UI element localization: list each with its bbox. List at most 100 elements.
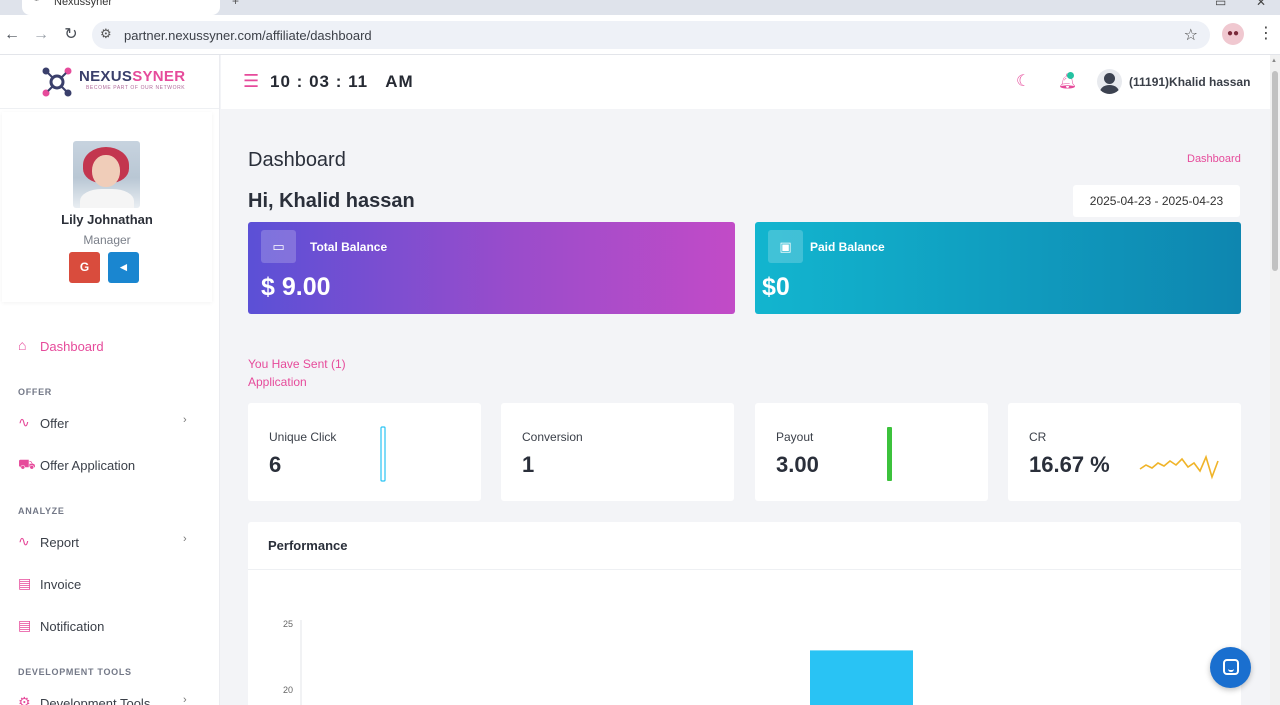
forward-icon[interactable]: → [31, 25, 51, 45]
stat-card-cr: CR 16.67 % [1008, 403, 1241, 501]
performance-chart: 2025 [283, 619, 913, 705]
stat-label: CR [1029, 430, 1047, 444]
profile-card: Lily Johnathan Manager G ◄ [2, 112, 212, 302]
browser-tab[interactable]: ✺ Nexussyner [22, 0, 220, 15]
gear-icon: ⚙ [18, 694, 31, 705]
notification-icon: ▤ [18, 617, 32, 633]
paid-balance-label: Paid Balance [810, 240, 885, 254]
stat-value: 3.00 [776, 452, 819, 477]
stat-value: 16.67 % [1029, 452, 1110, 477]
payout-sparkline [887, 427, 892, 481]
browser-tabstrip: ✺ Nexussyner + ▭ ✕ [0, 0, 1280, 15]
profile-avatar [73, 141, 140, 208]
brand-name: NEXUSSYNER [79, 68, 186, 85]
sidebar-item-label: Offer Application [40, 458, 136, 473]
chevron-right-icon: › [183, 414, 187, 426]
section-development-tools: DEVELOPMENT TOOLS [18, 667, 132, 677]
clock: 10 : 03 : 11 AM [270, 72, 414, 91]
browser-toolbar: ← → ↻ ⚙ partner.nexussyner.com/affiliate… [0, 15, 1280, 55]
total-balance-value: $ 9.00 [261, 273, 331, 301]
menu-toggle-icon[interactable]: ☰ [243, 72, 259, 90]
unique-click-sparkline [380, 426, 386, 482]
chevron-right-icon: › [183, 694, 187, 705]
scrollbar-thumb[interactable] [1272, 71, 1278, 271]
brand-tagline: BECOME PART OF OUR NETWORK [86, 85, 186, 91]
performance-bar[interactable] [810, 650, 913, 705]
total-balance-label: Total Balance [310, 240, 388, 254]
stat-card-unique-click: Unique Click 6 [248, 403, 481, 501]
cr-sparkline [1139, 454, 1219, 480]
sidebar-item-invoice[interactable]: ▤ Invoice [0, 569, 220, 599]
date-range-picker[interactable]: 2025-04-23 - 2025-04-23 [1073, 185, 1240, 217]
performance-card: Performance 20 25 [248, 522, 1241, 705]
stat-label: Conversion [522, 430, 583, 444]
breadcrumb[interactable]: Dashboard [1187, 153, 1241, 165]
sidebar-item-label: Report [40, 535, 80, 550]
address-bar[interactable]: ⚙ partner.nexussyner.com/affiliate/dashb… [92, 21, 1210, 49]
sidebar-item-notification[interactable]: ▤ Notification [0, 611, 220, 641]
chat-support-button[interactable] [1210, 647, 1251, 688]
stat-card-conversion: Conversion 1 [501, 403, 734, 501]
sidebar-item-offer[interactable]: ∿ Offer › [0, 408, 220, 438]
browser-profile-icon[interactable]: ●● [1222, 23, 1244, 45]
tab-title: Nexussyner [54, 0, 113, 8]
nexussyner-logo-icon [42, 67, 72, 97]
user-avatar[interactable] [1097, 69, 1122, 94]
greeting: Hi, Khalid hassan [248, 190, 415, 212]
chevron-right-icon: › [183, 533, 187, 545]
profile-role: Manager [83, 233, 131, 247]
page-title: Dashboard [248, 149, 346, 171]
site-info-icon[interactable]: ⚙ [100, 26, 112, 42]
cash-icon: ▣ [768, 230, 803, 263]
chat-icon [1223, 659, 1239, 675]
reload-icon[interactable]: ↻ [61, 25, 81, 45]
close-window-icon[interactable]: ✕ [1256, 0, 1266, 9]
top-header: ☰ 10 : 03 : 11 AM ☾ 🔔︎ (11191)Khalid has… [221, 55, 1270, 109]
restore-window-icon[interactable]: ▭ [1215, 0, 1226, 9]
paid-balance-value: $0 [762, 273, 790, 301]
sidebar-item-label: Offer [40, 416, 69, 431]
sidebar-item-label: Development Tools [40, 696, 151, 705]
sidebar-item-label: Invoice [40, 577, 82, 592]
section-offer: OFFER [18, 387, 52, 397]
user-name[interactable]: (11191)Khalid hassan [1129, 75, 1250, 89]
sidebar-item-dashboard[interactable]: ⌂ Dashboard [0, 331, 220, 361]
site-favicon-icon: ✺ [32, 0, 41, 4]
wallet-icon: ▭ [261, 230, 296, 263]
telegram-button[interactable]: ◄ [108, 252, 139, 283]
y-tick-label: 25 [283, 619, 293, 629]
back-icon[interactable]: ← [2, 25, 22, 45]
sidebar: NEXUSSYNER BECOME PART OF OUR NETWORK Li… [0, 55, 220, 705]
invoice-icon: ▤ [18, 575, 32, 591]
page-scrollbar[interactable]: ▲ [1270, 55, 1280, 705]
total-balance-card: ▭ Total Balance $ 9.00 [248, 222, 735, 314]
sidebar-item-report[interactable]: ∿ Report › [0, 527, 220, 557]
url-text: partner.nexussyner.com/affiliate/dashboa… [124, 28, 372, 43]
google-icon: G [79, 260, 90, 274]
home-icon: ⌂ [18, 337, 27, 353]
scroll-up-icon[interactable]: ▲ [1271, 58, 1277, 64]
applications-sent-note[interactable]: You Have Sent (1) Application [248, 355, 368, 391]
sidebar-item-development-tools[interactable]: ⚙ Development Tools › [0, 688, 220, 705]
stat-label: Payout [776, 430, 814, 444]
sidebar-item-offer-application[interactable]: ⛟ Offer Application [0, 450, 220, 480]
activity-icon: ∿ [18, 533, 30, 549]
profile-name: Lily Johnathan [61, 212, 153, 227]
browser-menu-icon[interactable]: ⋮ [1258, 23, 1274, 43]
stat-card-payout: Payout 3.00 [755, 403, 988, 501]
google-button[interactable]: G [69, 252, 100, 283]
stat-value: 6 [269, 452, 282, 477]
new-tab-icon[interactable]: + [232, 0, 239, 8]
paid-balance-card: ▣ Paid Balance $0 [755, 222, 1241, 314]
y-tick-label: 20 [283, 685, 293, 695]
stat-label: Unique Click [269, 430, 337, 444]
bookmark-star-icon[interactable]: ☆ [1184, 25, 1198, 45]
notification-dot [1067, 72, 1074, 79]
section-analyze: ANALYZE [18, 506, 65, 516]
brand-logo[interactable]: NEXUSSYNER BECOME PART OF OUR NETWORK [0, 55, 219, 109]
cart-icon: ⛟ [18, 456, 36, 472]
sidebar-item-label: Notification [40, 619, 105, 634]
activity-icon: ∿ [18, 414, 30, 430]
performance-title: Performance [268, 538, 348, 553]
dark-mode-moon-icon[interactable]: ☾ [1016, 71, 1030, 91]
